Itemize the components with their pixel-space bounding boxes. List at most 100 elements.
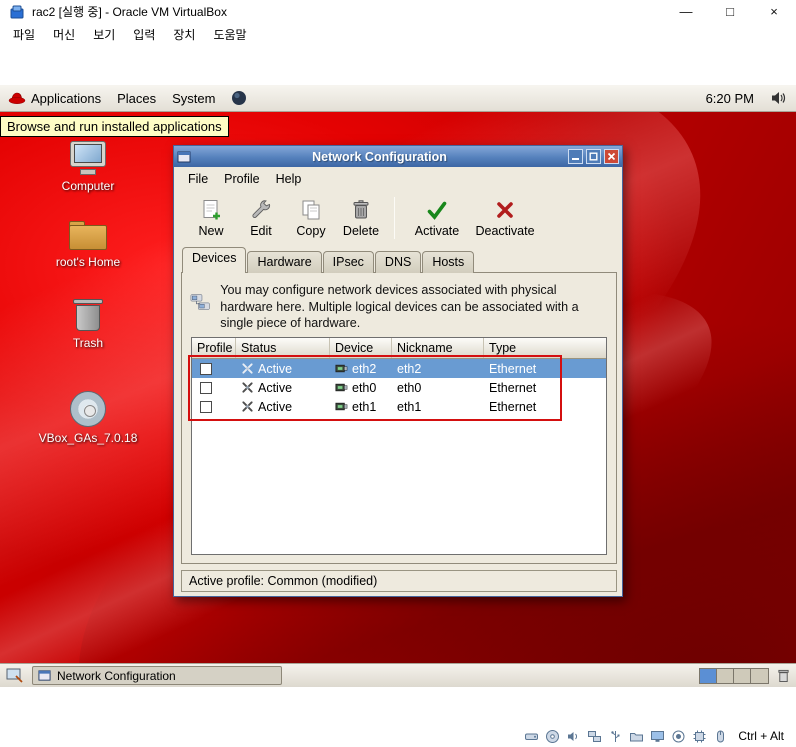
new-button[interactable]: New xyxy=(186,193,236,243)
column-header-device: Device xyxy=(330,338,392,358)
netconf-titlebar[interactable]: Network Configuration xyxy=(174,146,622,167)
workspace-2[interactable] xyxy=(717,668,734,683)
devices-table: Profile Status Device Nickname Type Acti… xyxy=(188,337,607,555)
taskbar-task-network-configuration[interactable]: Network Configuration xyxy=(32,666,282,685)
profile-checkbox[interactable] xyxy=(200,362,212,375)
window-title: rac2 [실행 중] - Oracle VM VirtualBox xyxy=(32,5,227,19)
close-icon xyxy=(607,152,616,161)
vbox-menu-machine[interactable]: 머신 xyxy=(44,23,84,46)
network-devices-icon xyxy=(190,294,210,310)
trash-icon xyxy=(73,297,103,332)
tab-hardware[interactable]: Hardware xyxy=(247,251,322,273)
profile-checkbox[interactable] xyxy=(200,400,212,413)
mouse-icon[interactable] xyxy=(713,729,728,744)
redhat-menu-icon xyxy=(8,92,26,104)
usb-icon[interactable] xyxy=(608,729,623,744)
features-icon[interactable] xyxy=(692,729,707,744)
vm-display: Applications Places System 6:20 PM Brows… xyxy=(0,85,796,687)
maximize-button[interactable]: □ xyxy=(708,0,752,23)
vbox-titlebar[interactable]: rac2 [실행 중] - Oracle VM VirtualBox — □ × xyxy=(0,0,796,23)
vbox-menu-input[interactable]: 입력 xyxy=(124,23,164,46)
edit-wrench-icon xyxy=(252,200,271,218)
panel-menu-system[interactable]: System xyxy=(164,85,223,111)
maximize-icon xyxy=(589,152,598,161)
audio-icon[interactable] xyxy=(566,729,581,744)
netconf-menu-help[interactable]: Help xyxy=(268,169,310,189)
display-icon[interactable] xyxy=(650,729,665,744)
vbox-statusbar: Ctrl + Alt xyxy=(0,725,796,747)
netconf-menu-file[interactable]: File xyxy=(180,169,216,189)
vbox-menu-help[interactable]: 도움말 xyxy=(204,23,255,46)
device-cell: eth2 xyxy=(352,361,377,376)
tab-devices[interactable]: Devices xyxy=(182,247,247,273)
device-row-eth0[interactable]: Active eth0 eth0 Ethernet xyxy=(192,378,606,397)
tab-hosts[interactable]: Hosts xyxy=(422,251,475,273)
gnome-taskbar: Network Configuration xyxy=(0,663,796,687)
type-cell: Ethernet xyxy=(489,380,537,395)
desktop-icon-trash[interactable]: Trash xyxy=(44,297,132,350)
netconf-close-button[interactable] xyxy=(604,149,619,164)
devices-tab-panel: You may configure network devices associ… xyxy=(181,272,617,564)
hdd-icon[interactable] xyxy=(524,729,539,744)
desktop-icon-label: Trash xyxy=(72,336,104,350)
virtualbox-app-icon xyxy=(10,5,24,18)
desktop-icon-computer[interactable]: Computer xyxy=(44,141,132,193)
vbox-menu-view[interactable]: 보기 xyxy=(84,23,124,46)
optical-disc-icon[interactable] xyxy=(545,729,560,744)
activate-check-icon xyxy=(427,201,447,220)
delete-button[interactable]: Delete xyxy=(336,193,386,243)
netconf-window-icon xyxy=(177,151,191,162)
desktop-icon-vbox-guest-additions[interactable]: VBox_GAs_7.0.18 xyxy=(39,391,137,445)
netconf-tabs: Devices Hardware IPsec DNS Hosts xyxy=(182,247,475,273)
show-desktop-icon[interactable] xyxy=(6,668,24,684)
volume-applet[interactable] xyxy=(762,91,796,105)
desktop-icon-label: root's Home xyxy=(55,255,121,269)
activate-button-label: Activate xyxy=(414,224,460,238)
new-button-label: New xyxy=(198,224,224,238)
launcher-icon xyxy=(232,91,247,105)
new-icon xyxy=(203,200,220,220)
copy-icon xyxy=(302,200,320,220)
status-active-icon xyxy=(242,401,253,412)
desktop-icon-label: Computer xyxy=(61,179,115,193)
close-button[interactable]: × xyxy=(752,0,796,23)
copy-button[interactable]: Copy xyxy=(286,193,336,243)
deactivate-button[interactable]: Deactivate xyxy=(471,193,539,243)
workspace-3[interactable] xyxy=(734,668,751,683)
netconf-minimize-button[interactable] xyxy=(568,149,583,164)
host-key-label: Ctrl + Alt xyxy=(738,729,784,743)
minimize-button[interactable]: — xyxy=(664,0,708,23)
panel-menu-places[interactable]: Places xyxy=(109,85,164,111)
device-cell: eth0 xyxy=(352,380,377,395)
workspace-4[interactable] xyxy=(751,668,768,683)
workspace-switcher xyxy=(699,667,769,684)
vbox-menu-devices[interactable]: 장치 xyxy=(164,23,204,46)
netconf-maximize-button[interactable] xyxy=(586,149,601,164)
vbox-menu-file[interactable]: 파일 xyxy=(4,23,44,46)
edit-button[interactable]: Edit xyxy=(236,193,286,243)
home-folder-icon xyxy=(68,221,108,251)
desktop-icon-roots-home[interactable]: root's Home xyxy=(44,221,132,269)
network-icon[interactable] xyxy=(587,729,602,744)
device-row-eth1[interactable]: Active eth1 eth1 Ethernet xyxy=(192,397,606,416)
panel-clock[interactable]: 6:20 PM xyxy=(698,91,762,106)
workspace-1[interactable] xyxy=(700,668,717,683)
trash-applet-icon[interactable] xyxy=(777,668,790,683)
status-active-icon xyxy=(242,363,253,374)
minimize-icon xyxy=(572,158,579,160)
activate-button[interactable]: Activate xyxy=(403,193,471,243)
device-row-eth2[interactable]: Active eth2 eth2 Ethernet xyxy=(192,359,606,378)
panel-launcher[interactable] xyxy=(223,85,255,111)
network-configuration-window: Network Configuration File Profile Help xyxy=(173,145,623,597)
recording-icon[interactable] xyxy=(671,729,686,744)
tab-ipsec[interactable]: IPsec xyxy=(322,251,374,273)
panel-menu-applications[interactable]: Applications xyxy=(0,85,109,111)
computer-icon xyxy=(68,141,108,175)
netconf-menu-profile[interactable]: Profile xyxy=(216,169,267,189)
status-cell: Active xyxy=(258,361,293,376)
shared-folders-icon[interactable] xyxy=(629,729,644,744)
device-cell: eth1 xyxy=(352,399,377,414)
status-cell: Active xyxy=(258,380,293,395)
profile-checkbox[interactable] xyxy=(200,381,212,394)
tab-dns[interactable]: DNS xyxy=(374,251,422,273)
